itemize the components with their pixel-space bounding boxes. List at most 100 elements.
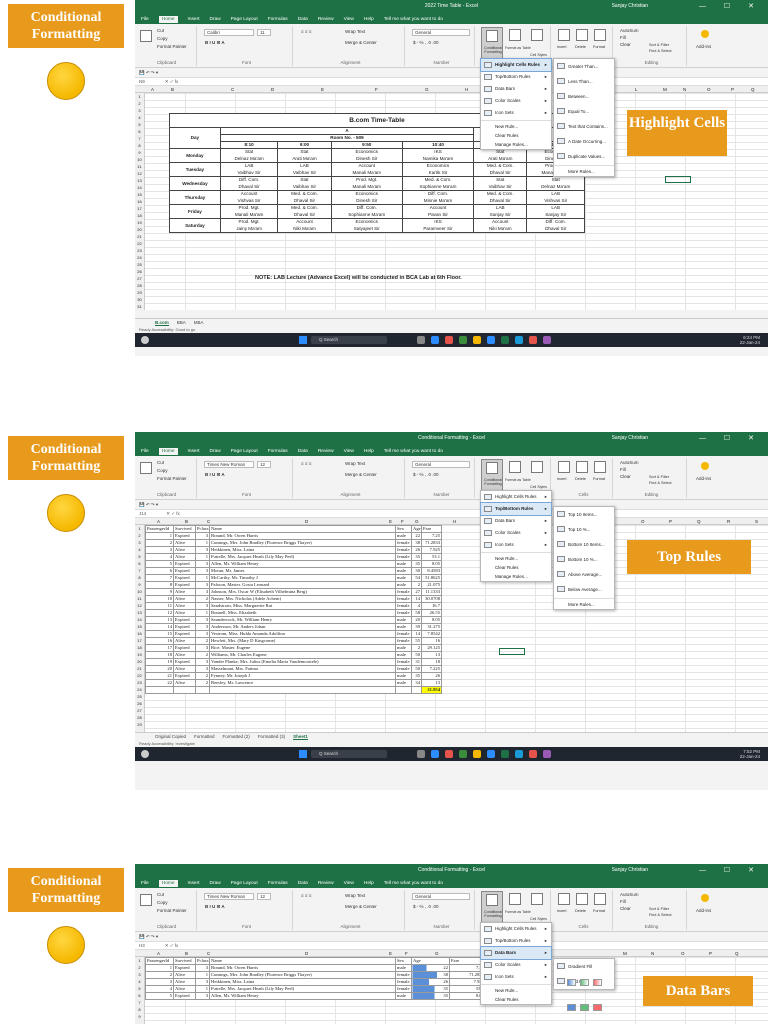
- merge-center-button[interactable]: Merge & Center: [345, 472, 377, 478]
- table-cell[interactable]: 3: [195, 567, 210, 575]
- faculty-cell[interactable]: Dhaval Sir: [473, 197, 528, 205]
- submenu-item[interactable]: Top 10 Items...: [554, 507, 614, 522]
- window-controls[interactable]: — ☐ ✕: [699, 2, 762, 10]
- faculty-cell[interactable]: Delnaz Ma'am: [219, 155, 279, 163]
- table-cell[interactable]: Alive: [173, 637, 196, 645]
- day-header[interactable]: Day: [169, 127, 221, 149]
- subject-cell[interactable]: Stat: [526, 176, 585, 184]
- sheet-tab[interactable]: Formatted: [194, 734, 215, 739]
- format-as-table-label[interactable]: Format as Table: [505, 909, 531, 915]
- faculty-cell[interactable]: Manali Ma'am: [219, 211, 279, 219]
- table-cell[interactable]: male: [395, 574, 412, 582]
- format-painter-button[interactable]: Format Painter: [157, 908, 187, 914]
- subject-cell[interactable]: Stat: [473, 176, 528, 184]
- subject-cell[interactable]: Stat: [277, 148, 332, 156]
- taskbar-app-icon[interactable]: [431, 750, 439, 758]
- table-cell[interactable]: 2: [145, 539, 174, 547]
- column-header[interactable]: N: [651, 951, 654, 956]
- subject-cell[interactable]: Stat: [277, 176, 332, 184]
- table-cell[interactable]: Bonnell, Miss. Elizabeth: [209, 609, 396, 617]
- taskbar-app-icon[interactable]: [417, 750, 425, 758]
- table-cell[interactable]: 3: [195, 546, 210, 554]
- table-cell[interactable]: 1: [195, 971, 210, 979]
- faculty-cell[interactable]: Vaibhav Sir: [219, 169, 279, 177]
- column-header[interactable]: G: [435, 951, 439, 956]
- taskbar-search[interactable]: Q Search: [311, 336, 387, 344]
- table-cell[interactable]: Alive: [173, 665, 196, 673]
- table-cell[interactable]: female: [395, 665, 412, 673]
- menu-item[interactable]: Color Scales ▸: [481, 959, 551, 971]
- font-format-buttons[interactable]: B I U ⊞ A: [205, 904, 225, 910]
- row-header[interactable]: 12: [135, 602, 144, 609]
- table-cell[interactable]: Masselmani, Mrs. Fatima: [209, 665, 396, 673]
- wrap-text-button[interactable]: Wrap Text: [345, 461, 365, 467]
- table-cell[interactable]: 50: [411, 651, 422, 659]
- paste-icon[interactable]: [140, 462, 152, 474]
- subject-cell[interactable]: Prod. Mgt.: [219, 204, 279, 212]
- quick-access-toolbar[interactable]: 💾 ↶ ↷ ▾: [135, 68, 768, 77]
- table-cell[interactable]: Nasser, Mrs. Nicholas (Adele Achem): [209, 595, 396, 603]
- table-cell[interactable]: 30: [411, 567, 422, 575]
- time-slot[interactable]: 9:00: [277, 141, 332, 149]
- databar-swatch[interactable]: [593, 979, 602, 986]
- table-cell[interactable]: male: [395, 616, 412, 624]
- clear-button[interactable]: Clear: [620, 906, 631, 912]
- table-cell[interactable]: Alive: [173, 546, 196, 554]
- ribbon-tab[interactable]: Data: [298, 17, 308, 22]
- paste-icon[interactable]: [140, 30, 152, 42]
- table-cell[interactable]: 35: [411, 560, 422, 568]
- faculty-cell[interactable]: Niki Ma'am: [277, 225, 332, 233]
- table-cell[interactable]: 20: [411, 616, 422, 624]
- align-icons[interactable]: ≡ ≡ ≡: [301, 29, 311, 35]
- menu-item[interactable]: Clear Rules: [481, 995, 551, 1004]
- table-cell[interactable]: female: [395, 602, 412, 610]
- table-cell[interactable]: female: [395, 546, 412, 554]
- table-cell[interactable]: male: [395, 532, 412, 540]
- row-header[interactable]: 8: [135, 1006, 144, 1013]
- table-cell[interactable]: Expired: [173, 992, 196, 1000]
- row-header[interactable]: 13: [135, 609, 144, 616]
- faculty-cell[interactable]: Namika Ma'am: [401, 155, 475, 163]
- table-cell[interactable]: 26: [411, 546, 422, 554]
- table-cell[interactable]: Expired: [173, 658, 196, 666]
- empty-cell[interactable]: [395, 686, 412, 694]
- menu-item[interactable]: Color Scales ▸: [481, 527, 551, 539]
- number-format-select[interactable]: General: [412, 893, 470, 900]
- ribbon-tab[interactable]: Page Layout: [231, 17, 258, 22]
- column-header[interactable]: B: [185, 519, 188, 524]
- row-header[interactable]: 10: [135, 588, 144, 595]
- subject-cell[interactable]: Med. & Com.: [277, 204, 332, 212]
- table-cell[interactable]: Heikkinen, Miss. Laina: [209, 546, 396, 554]
- format-as-table-label[interactable]: Format as Table: [505, 477, 531, 483]
- table-cell[interactable]: Expired: [173, 964, 196, 972]
- column-header[interactable]: M: [623, 951, 627, 956]
- copy-button[interactable]: Copy: [157, 36, 168, 42]
- table-cell[interactable]: 20: [145, 665, 174, 673]
- table-cell[interactable]: female: [395, 630, 412, 638]
- row-header[interactable]: 15: [135, 623, 144, 630]
- cut-button[interactable]: Cut: [157, 28, 164, 34]
- faculty-cell[interactable]: Dhaval Sir: [277, 197, 332, 205]
- table-cell[interactable]: 16: [421, 637, 442, 645]
- table-cell[interactable]: 7.25: [421, 532, 442, 540]
- faculty-cell[interactable]: Satyajeet Sir: [330, 225, 403, 233]
- table-cell[interactable]: 14: [411, 630, 422, 638]
- row-header[interactable]: 2: [135, 964, 144, 971]
- row-header[interactable]: 28: [135, 282, 144, 289]
- row-header[interactable]: 8: [135, 574, 144, 581]
- ribbon-tab[interactable]: Data: [298, 881, 308, 886]
- subject-cell[interactable]: Diff. Com.: [219, 176, 279, 184]
- table-cell[interactable]: 1: [195, 574, 210, 582]
- table-cell[interactable]: 54: [411, 574, 422, 582]
- faculty-cell[interactable]: Kartik Sir: [401, 169, 475, 177]
- table-cell[interactable]: 14: [145, 623, 174, 631]
- insert-cells-icon[interactable]: [558, 461, 570, 473]
- formula-bar[interactable]: N9 ✕ ✓ fx: [135, 77, 768, 86]
- table-cell[interactable]: 3: [195, 623, 210, 631]
- font-size-select[interactable]: 12: [257, 461, 271, 468]
- table-cell[interactable]: 3: [195, 532, 210, 540]
- table-cell[interactable]: Futrelle, Mrs. Jacques Heath (Lily May P…: [209, 553, 396, 561]
- table-cell[interactable]: Expired: [173, 644, 196, 652]
- insert-cells-label[interactable]: Insert: [557, 908, 567, 914]
- addins-icon[interactable]: [701, 462, 709, 470]
